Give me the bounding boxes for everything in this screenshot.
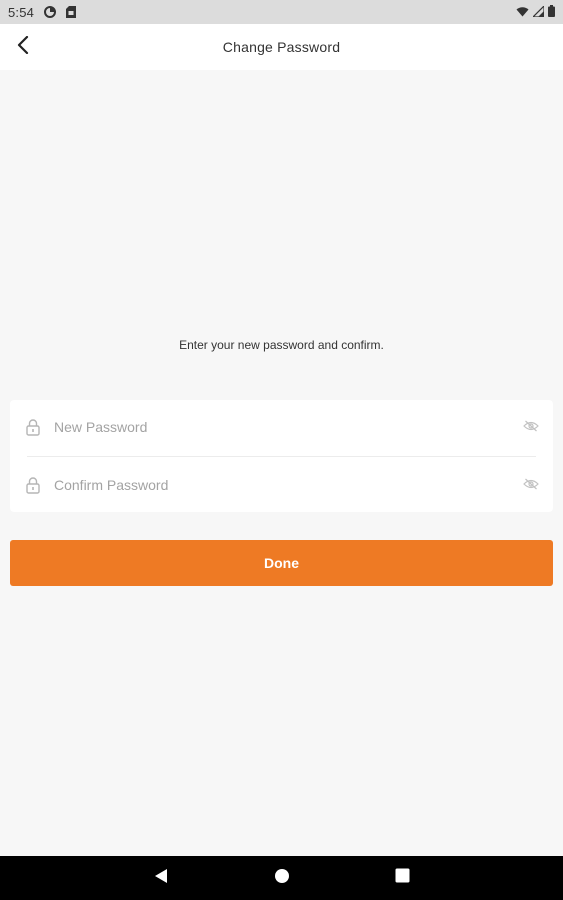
page-title: Change Password: [222, 39, 341, 55]
app-bar: Change Password: [0, 24, 563, 70]
eye-off-icon[interactable]: [523, 476, 539, 492]
status-bar: 5:54: [0, 0, 563, 24]
data-saver-icon: [44, 6, 57, 18]
lock-icon: [24, 474, 42, 496]
square-recents-icon: [395, 868, 410, 888]
nav-recents-button[interactable]: [391, 868, 413, 888]
circle-home-icon: [274, 868, 290, 889]
nav-back-button[interactable]: [150, 868, 172, 888]
new-password-input[interactable]: [54, 412, 494, 442]
confirm-password-input[interactable]: [54, 470, 494, 500]
status-bar-right: [516, 4, 555, 20]
battery-icon: [548, 4, 555, 20]
back-button[interactable]: [8, 32, 38, 62]
sim-card-icon: [66, 6, 78, 18]
eye-off-icon[interactable]: [523, 418, 539, 434]
field-divider: [27, 456, 536, 457]
wifi-icon: [516, 5, 529, 20]
triangle-back-icon: [154, 868, 168, 889]
done-button[interactable]: Done: [10, 540, 553, 586]
status-bar-left: 5:54: [8, 5, 78, 20]
chevron-left-icon: [16, 35, 30, 59]
lock-icon: [24, 416, 42, 438]
status-time: 5:54: [8, 4, 35, 20]
new-password-row: [10, 402, 553, 454]
system-nav-bar: [0, 856, 563, 900]
signal-icon: [531, 4, 545, 20]
confirm-password-row: [10, 460, 553, 512]
instruction-text: Enter your new password and confirm.: [179, 338, 384, 352]
password-form-card: [10, 400, 553, 512]
nav-home-button[interactable]: [271, 868, 293, 888]
